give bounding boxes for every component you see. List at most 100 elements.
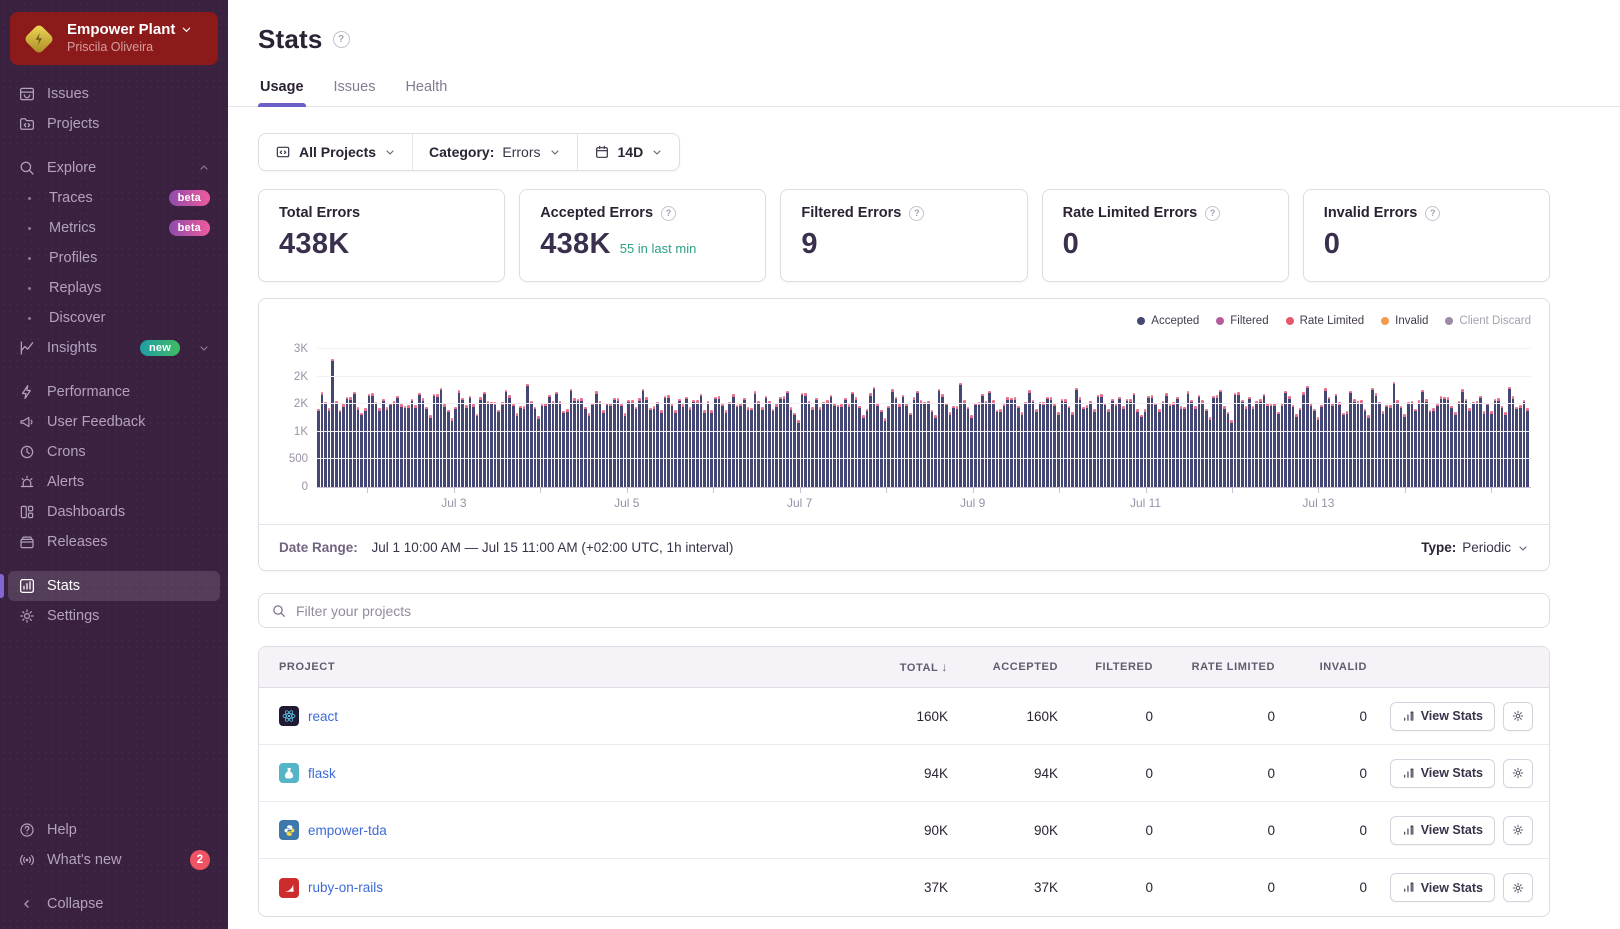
- chart-bar: [1440, 396, 1443, 487]
- project-settings-button[interactable]: [1503, 702, 1533, 731]
- sidebar-item-stats[interactable]: Stats: [8, 571, 220, 601]
- bullet-icon: [20, 257, 38, 260]
- rails-project-icon: [279, 878, 299, 898]
- chart-bar: [1302, 392, 1305, 487]
- chart-bar: [988, 391, 991, 487]
- col-filtered[interactable]: FILTERED: [1062, 661, 1157, 673]
- project-link[interactable]: flask: [308, 766, 336, 781]
- legend-item-accepted[interactable]: Accepted: [1137, 315, 1199, 327]
- sidebar-item-settings[interactable]: Settings: [8, 601, 220, 631]
- col-total[interactable]: TOTAL↓: [847, 660, 952, 674]
- category-filter-dropdown[interactable]: Category: Errors: [412, 134, 576, 170]
- chevron-down-icon: [549, 146, 561, 158]
- chart-bar: [1003, 404, 1006, 487]
- cell-rate-limited: 0: [1157, 709, 1279, 724]
- chart-bar: [801, 393, 804, 487]
- legend-item-invalid[interactable]: Invalid: [1381, 315, 1428, 327]
- chart-bar: [660, 410, 663, 487]
- project-link[interactable]: react: [308, 709, 338, 724]
- chart-bar: [671, 404, 674, 487]
- sidebar-group-explore[interactable]: Explore: [8, 153, 220, 183]
- sidebar-item-projects[interactable]: Projects: [8, 109, 220, 139]
- chart-bar: [461, 398, 464, 487]
- legend-item-filtered[interactable]: Filtered: [1216, 315, 1268, 327]
- sidebar-item-issues[interactable]: Issues: [8, 79, 220, 109]
- chart-bar: [667, 395, 670, 487]
- project-search-input[interactable]: [296, 603, 1537, 619]
- project-link[interactable]: empower-tda: [308, 823, 387, 838]
- project-settings-button[interactable]: [1503, 759, 1533, 788]
- chart-bar: [393, 401, 396, 487]
- help-icon[interactable]: ?: [1425, 206, 1440, 221]
- sidebar-item-performance[interactable]: Performance: [8, 377, 220, 407]
- chart-bar: [1436, 404, 1439, 487]
- sidebar-item-traces[interactable]: Traces beta: [8, 183, 220, 213]
- chart-bar: [1382, 411, 1385, 487]
- search-icon: [271, 603, 287, 619]
- chart-bar: [530, 401, 533, 487]
- sidebar-item-label: Issues: [47, 86, 89, 102]
- chart-bars: [317, 349, 1531, 487]
- help-icon[interactable]: ?: [661, 206, 676, 221]
- beta-badge: beta: [169, 190, 210, 206]
- sidebar-item-whats-new[interactable]: What's new 2: [8, 845, 220, 875]
- new-badge: new: [140, 340, 180, 356]
- chart-bar: [386, 407, 389, 487]
- date-range-label: Date Range:: [279, 540, 358, 555]
- project-filter-dropdown[interactable]: All Projects: [259, 134, 412, 170]
- legend-item-client-discard[interactable]: Client Discard: [1445, 315, 1531, 327]
- chart-type-dropdown[interactable]: Type: Periodic: [1421, 540, 1529, 555]
- chart-bar: [674, 410, 677, 487]
- chart-bar: [1335, 394, 1338, 487]
- sidebar-item-label: Collapse: [47, 896, 103, 912]
- help-icon[interactable]: ?: [909, 206, 924, 221]
- sidebar-item-crons[interactable]: Crons: [8, 437, 220, 467]
- view-stats-button[interactable]: View Stats: [1390, 816, 1495, 845]
- project-settings-button[interactable]: [1503, 816, 1533, 845]
- tab-usage[interactable]: Usage: [258, 79, 306, 106]
- col-invalid[interactable]: INVALID: [1279, 661, 1371, 673]
- chart-bar: [974, 403, 977, 487]
- chart-bar: [1097, 395, 1100, 487]
- chart-bar: [1418, 400, 1421, 487]
- sidebar-item-help[interactable]: Help: [8, 815, 220, 845]
- org-switcher[interactable]: Empower Plant Priscila Oliveira: [10, 12, 218, 65]
- sidebar-item-profiles[interactable]: Profiles: [8, 243, 220, 273]
- bullet-icon: [20, 227, 38, 230]
- col-project[interactable]: PROJECT: [259, 661, 847, 673]
- col-accepted[interactable]: ACCEPTED: [952, 661, 1062, 673]
- legend-item-rate-limited[interactable]: Rate Limited: [1286, 315, 1365, 327]
- filter-bar: All Projects Category: Errors 14D: [258, 133, 680, 171]
- project-link[interactable]: ruby-on-rails: [308, 880, 383, 895]
- chart-bar: [1046, 397, 1049, 487]
- chart-bar: [1107, 409, 1110, 487]
- date-range-dropdown[interactable]: 14D: [577, 134, 680, 170]
- project-settings-button[interactable]: [1503, 873, 1533, 902]
- sidebar-item-discover[interactable]: Discover: [8, 303, 220, 333]
- view-stats-button[interactable]: View Stats: [1390, 873, 1495, 902]
- sidebar-item-replays[interactable]: Replays: [8, 273, 220, 303]
- help-icon[interactable]: ?: [1205, 206, 1220, 221]
- view-stats-button[interactable]: View Stats: [1390, 759, 1495, 788]
- chart-bar: [826, 400, 829, 487]
- tab-health[interactable]: Health: [403, 79, 449, 106]
- page-help-icon[interactable]: ?: [333, 31, 350, 48]
- sidebar-item-alerts[interactable]: Alerts: [8, 467, 220, 497]
- chart-bar: [656, 402, 659, 487]
- sidebar-item-insights[interactable]: Insights new: [8, 333, 220, 363]
- card-accepted-errors: Accepted Errors? 438K55 in last min: [519, 189, 766, 282]
- chart-bar: [1082, 407, 1085, 487]
- tab-issues[interactable]: Issues: [332, 79, 378, 106]
- col-rate-limited[interactable]: RATE LIMITED: [1157, 661, 1279, 673]
- view-stats-button[interactable]: View Stats: [1390, 702, 1495, 731]
- sidebar-item-releases[interactable]: Releases: [8, 527, 220, 557]
- sidebar-item-metrics[interactable]: Metrics beta: [8, 213, 220, 243]
- chart-bar: [869, 393, 872, 487]
- chart-bar: [653, 406, 656, 487]
- sidebar-item-user-feedback[interactable]: User Feedback: [8, 407, 220, 437]
- sidebar-collapse-button[interactable]: Collapse: [8, 889, 220, 919]
- sidebar-item-dashboards[interactable]: Dashboards: [8, 497, 220, 527]
- chart-bar: [981, 394, 984, 487]
- chart-bar: [703, 410, 706, 487]
- sidebar-nav: Issues Projects Explore Traces beta Metr…: [8, 79, 220, 631]
